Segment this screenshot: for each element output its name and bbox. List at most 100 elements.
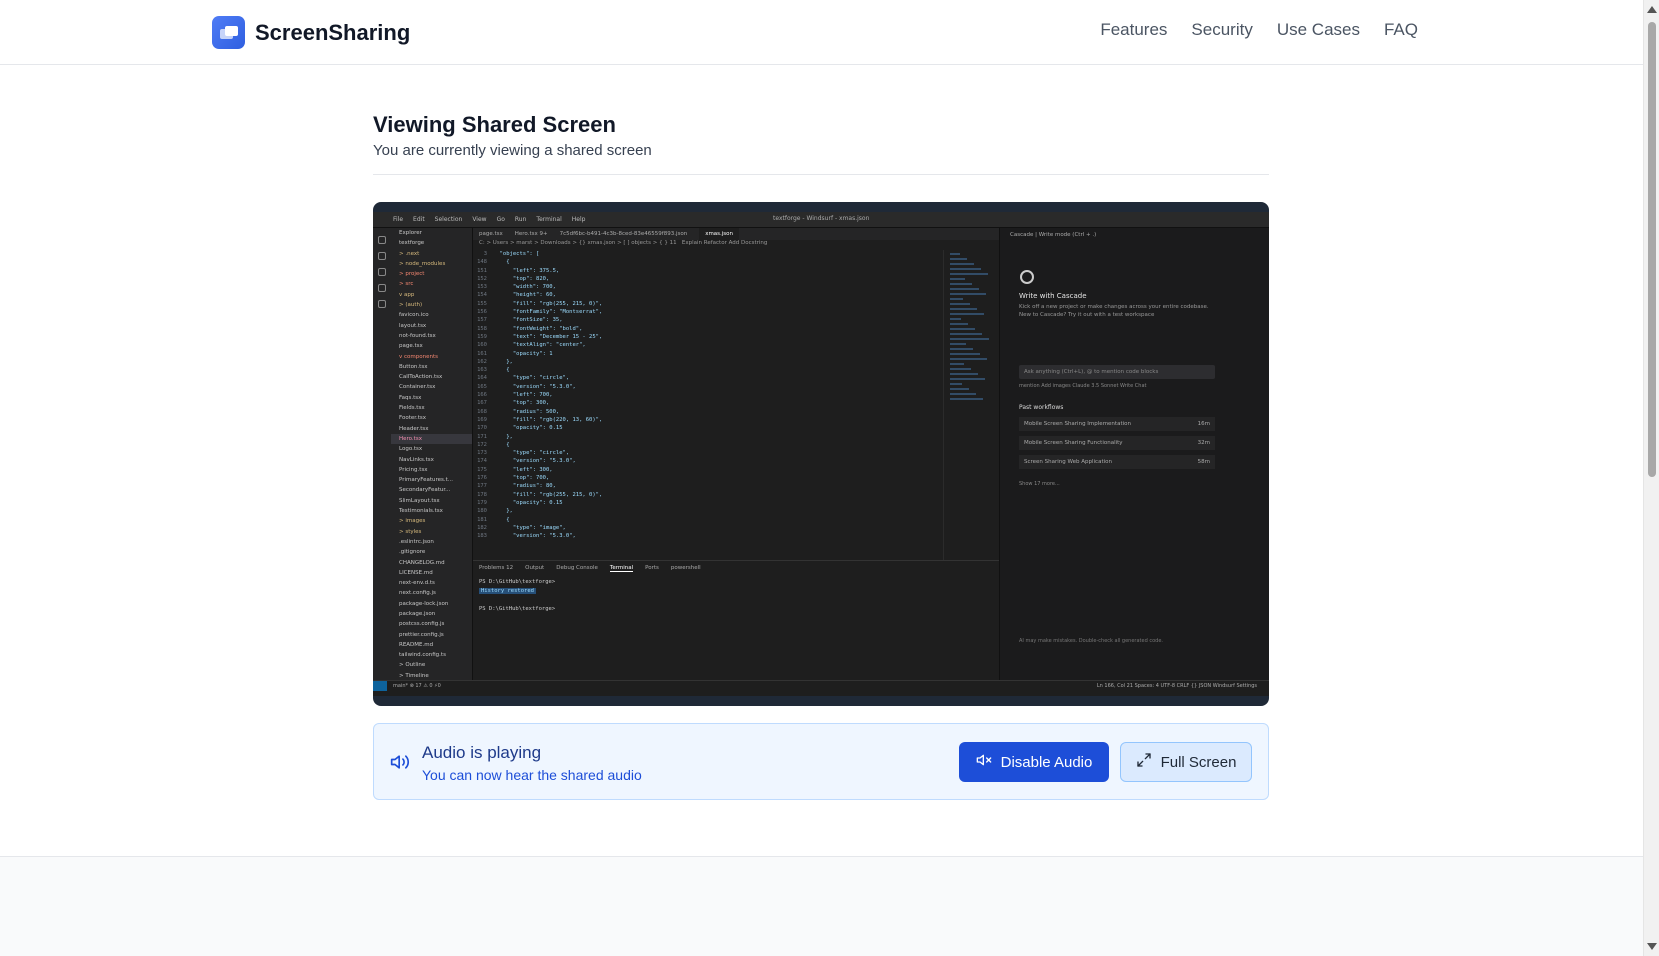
past-workflow-item: Mobile Screen Sharing Functionality 32m	[1019, 436, 1215, 450]
minimap-line	[950, 258, 967, 260]
code-line: 182 "type": "image",	[473, 524, 943, 532]
breadcrumb-actions: Explain Refactor Add Docstring	[681, 240, 768, 246]
status-left: main* ⊗ 17 ⚠ 0 ⚡0	[393, 683, 441, 689]
menu-item: Edit	[413, 216, 425, 223]
code-line: 175 "left": 300,	[473, 466, 943, 474]
explorer-item: > (auth)	[399, 302, 423, 309]
code-text: {	[493, 367, 510, 374]
cascade-panel: Cascade | Write mode (Ctrl + .) Write wi…	[999, 228, 1269, 680]
past-workflows-title: Past workflows	[1019, 404, 1064, 411]
explorer-item: tailwind.config.ts	[399, 652, 446, 659]
explorer-item: next.config.js	[399, 590, 436, 597]
explorer-item: SecondaryFeatur...	[399, 487, 451, 494]
line-number: 174	[477, 458, 487, 465]
disable-audio-label: Disable Audio	[1000, 753, 1093, 771]
code-line: 173 "type": "circle",	[473, 449, 943, 457]
shared-screen-content: File Edit Selection View Go Run Terminal Help t…	[373, 212, 1269, 696]
code-line: 3 "objects": [	[473, 250, 943, 258]
code-text: "fontWeight": "bold",	[493, 325, 583, 332]
explorer-item: prettier.config.js	[399, 631, 444, 638]
menu-item: File	[393, 216, 404, 223]
line-number: 167	[477, 400, 487, 407]
breadcrumb-path: C: > Users > marst > Downloads > {} xmas…	[479, 240, 677, 246]
explorer-item: > Timeline	[399, 672, 429, 679]
nav-features-link[interactable]: Features	[1100, 20, 1167, 40]
scroll-down-icon[interactable]	[1647, 943, 1657, 950]
minimap-line	[950, 283, 972, 285]
code-text: {	[493, 259, 510, 266]
code-line: 181 {	[473, 516, 943, 524]
line-number: 179	[477, 499, 487, 506]
top-header: ScreenSharing Features Security Use Case…	[0, 0, 1643, 65]
code-text: },	[493, 358, 513, 365]
explorer-item: Button.tsx	[399, 363, 428, 370]
code-text: "type": "image",	[493, 524, 566, 531]
panel-tab: Output	[525, 565, 545, 571]
line-number: 163	[477, 367, 487, 374]
scroll-thumb[interactable]	[1648, 22, 1656, 477]
scroll-up-icon[interactable]	[1647, 6, 1657, 13]
full-screen-button[interactable]: Full Screen	[1120, 742, 1252, 782]
explorer-item: > node_modules	[399, 260, 446, 267]
line-number: 162	[477, 358, 487, 365]
code-text: {	[493, 441, 510, 448]
workflow-time: 16m	[1197, 421, 1210, 427]
page-subtitle: You are currently viewing a shared scree…	[373, 142, 652, 159]
terminal-output: PS D:\GitHub\textforge> History restored …	[473, 576, 999, 616]
minimap-line	[950, 298, 963, 300]
code-text: "opacity": 0.15	[493, 499, 563, 506]
nav-use-cases-link[interactable]: Use Cases	[1277, 20, 1360, 40]
terminal-text: PS D:\GitHub\textforge>	[479, 579, 556, 585]
minimap-line	[950, 253, 960, 255]
viewer-heading: Viewing Shared Screen You are currently …	[373, 112, 1269, 175]
debug-icon	[378, 284, 386, 292]
code-line: 152 "top": 820,	[473, 275, 943, 283]
explorer-item: > src	[399, 281, 414, 288]
code-text: "opacity": 1	[493, 350, 553, 357]
explorer-item: not-found.tsx	[399, 332, 436, 339]
chat-options: mention Add images Claude 3.5 Sonnet Wri…	[1019, 383, 1147, 389]
editor-menu: File Edit Selection View Go Run Terminal Help	[393, 216, 585, 223]
code-line: 176 "top": 700,	[473, 474, 943, 482]
workflow-time: 58m	[1197, 459, 1210, 465]
code-line: 153 "width": 700,	[473, 283, 943, 291]
source-control-icon	[378, 268, 386, 276]
code-text: "left": 300,	[493, 466, 553, 473]
minimap-line	[950, 353, 980, 355]
search-icon	[378, 252, 386, 260]
explorer-item: Hero.tsx	[391, 433, 472, 445]
code-text: "textAlign": "center",	[493, 342, 586, 349]
line-number: 169	[477, 416, 487, 423]
minimap	[943, 250, 999, 560]
audio-subtitle: You can now hear the shared audio	[422, 767, 642, 783]
workflow-name: Mobile Screen Sharing Implementation	[1024, 421, 1131, 427]
code-line: 180 },	[473, 507, 943, 515]
line-number: 181	[477, 516, 487, 523]
terminal-line	[479, 596, 993, 605]
page-scrollbar[interactable]	[1643, 0, 1659, 956]
explorer-item: LICENSE.md	[399, 569, 433, 576]
disable-audio-button[interactable]: Disable Audio	[959, 742, 1109, 782]
line-number: 158	[477, 325, 487, 332]
terminal-line: PS D:\GitHub\textforge>	[479, 605, 993, 614]
chat-footer: AI may make mistakes. Double-check all g…	[1019, 638, 1163, 644]
explorer-item: > images	[399, 518, 426, 525]
explorer-item: .gitignore	[399, 549, 426, 556]
chat-description: Kick off a new project or make changes a…	[1019, 304, 1209, 318]
status-bar: main* ⊗ 17 ⚠ 0 ⚡0 Ln 166, Col 21 Spaces:…	[373, 680, 1269, 691]
minimap-line	[950, 388, 969, 390]
shared-screen-view[interactable]: File Edit Selection View Go Run Terminal Help t…	[373, 202, 1269, 706]
line-number: 165	[477, 383, 487, 390]
explorer-item: PrimaryFeatures.t...	[399, 477, 454, 484]
minimap-line	[950, 293, 986, 295]
explorer-item: layout.tsx	[399, 322, 427, 329]
nav-security-link[interactable]: Security	[1191, 20, 1252, 40]
workflow-name: Screen Sharing Web Application	[1024, 459, 1112, 465]
editor-tabs: page.tsx Hero.tsx 9+ 7c5df6bc-b491-4c3b-8c…	[473, 228, 999, 240]
nav-faq-link[interactable]: FAQ	[1384, 20, 1418, 40]
brand-logo[interactable]: ScreenSharing	[212, 16, 410, 49]
code-line: 160 "textAlign": "center",	[473, 341, 943, 349]
editor-breadcrumb: C: > Users > marst > Downloads > {} xmas…	[479, 240, 767, 246]
code-line: 163 {	[473, 366, 943, 374]
line-number: 175	[477, 466, 487, 473]
